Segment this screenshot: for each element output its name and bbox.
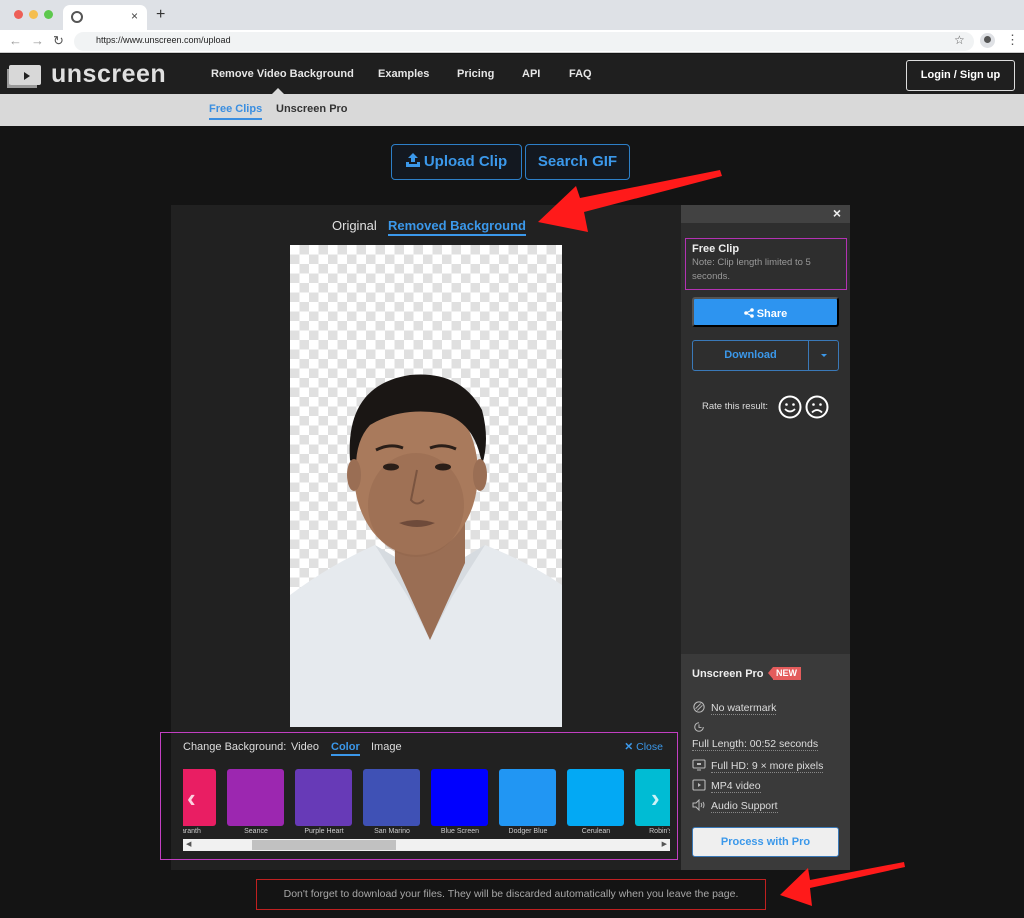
free-clip-info: Free Clip Note: Clip length limited to 5… bbox=[685, 238, 847, 290]
share-label: Share bbox=[756, 308, 788, 320]
feature-clock bbox=[692, 721, 711, 734]
nav-api[interactable]: API bbox=[522, 68, 540, 80]
color-swatch[interactable] bbox=[567, 769, 624, 826]
color-swatch[interactable] bbox=[363, 769, 420, 826]
free-clip-note: Note: Clip length limited to 5 seconds. bbox=[692, 257, 811, 282]
url-text[interactable]: https://www.unscreen.com/upload bbox=[96, 35, 231, 45]
feature-no-watermark: No watermark bbox=[692, 701, 777, 715]
nav-examples[interactable]: Examples bbox=[378, 68, 429, 80]
close-icon[interactable]: × bbox=[833, 205, 841, 221]
scroll-right-arrow-icon[interactable]: ▶ bbox=[662, 839, 667, 851]
window-minimize-button[interactable] bbox=[29, 10, 38, 19]
color-swatch-label: Purple Heart bbox=[304, 828, 344, 835]
color-swatch[interactable] bbox=[499, 769, 556, 826]
color-swatch-label: Robin's E bbox=[649, 828, 670, 835]
nav-faq[interactable]: FAQ bbox=[569, 68, 592, 80]
change-background-label: Change Background: bbox=[183, 741, 287, 753]
download-split-button: Download bbox=[692, 340, 839, 371]
speaker-icon bbox=[692, 799, 705, 811]
feature-mp4: MP4 video bbox=[692, 779, 761, 793]
upload-clip-label: Upload Clip bbox=[423, 153, 508, 170]
clock-icon bbox=[694, 722, 704, 732]
change-background-panel: Change Background: Video Color Image ✕ C… bbox=[160, 732, 678, 860]
color-swatch-label: Cerulean bbox=[581, 828, 611, 835]
download-options-caret-icon[interactable] bbox=[821, 354, 827, 357]
subnav-unscreen-pro[interactable]: Unscreen Pro bbox=[276, 103, 348, 115]
feature-full-hd: Full HD: 9 × more pixels bbox=[692, 759, 824, 773]
tab-removed-background[interactable]: Removed Background bbox=[388, 218, 526, 236]
color-swatch-label: maranth bbox=[183, 828, 201, 835]
video-file-icon bbox=[692, 779, 706, 791]
site-header: unscreen Remove Video Background Example… bbox=[0, 54, 1024, 94]
bg-close-button[interactable]: ✕ Close bbox=[624, 741, 663, 753]
download-button[interactable]: Download bbox=[693, 341, 809, 370]
scrollbar-thumb[interactable] bbox=[252, 840, 397, 850]
browser-toolbar: ← → ↻ https://www.unscreen.com/upload ☆ … bbox=[0, 30, 1024, 53]
result-side-panel: × Free Clip Note: Clip length limited to… bbox=[681, 205, 850, 870]
person-image bbox=[290, 374, 562, 727]
share-icon bbox=[743, 308, 754, 318]
hd-monitor-icon bbox=[692, 759, 706, 771]
logo[interactable]: unscreen bbox=[7, 60, 167, 88]
nav-remove-video-background[interactable]: Remove Video Background bbox=[211, 68, 354, 80]
subnav-free-clips[interactable]: Free Clips bbox=[209, 103, 263, 120]
sad-face-icon[interactable] bbox=[805, 395, 829, 419]
forward-icon[interactable]: → bbox=[31, 33, 44, 48]
result-preview bbox=[290, 245, 562, 727]
color-swatch-label: Dodger Blue bbox=[508, 828, 548, 835]
side-panel-header: × bbox=[681, 205, 850, 223]
search-gif-button[interactable]: Search GIF bbox=[525, 144, 630, 180]
scroll-right-chevron-icon[interactable]: › bbox=[651, 783, 660, 814]
color-swatch[interactable] bbox=[431, 769, 488, 826]
process-with-pro-button[interactable]: Process with Pro bbox=[692, 827, 839, 857]
pro-title: Unscreen Pro bbox=[692, 668, 764, 680]
window-maximize-button[interactable] bbox=[44, 10, 53, 19]
reload-icon[interactable]: ↻ bbox=[53, 33, 64, 49]
color-swatch-label: San Marino bbox=[374, 828, 410, 835]
color-swatch[interactable] bbox=[295, 769, 352, 826]
browser-menu-icon[interactable]: ⋮ bbox=[1006, 32, 1019, 48]
no-watermark-icon bbox=[693, 701, 705, 713]
upload-icon bbox=[405, 153, 420, 167]
new-tab-button[interactable]: + bbox=[156, 6, 165, 24]
scroll-left-chevron-icon[interactable]: ‹ bbox=[187, 783, 196, 814]
rate-label: Rate this result: bbox=[702, 401, 768, 412]
bookmark-star-icon[interactable]: ☆ bbox=[954, 33, 965, 47]
tab-original[interactable]: Original bbox=[332, 218, 377, 233]
upload-clip-button[interactable]: Upload Clip bbox=[391, 144, 522, 180]
favicon-icon bbox=[71, 11, 83, 23]
feature-audio: Audio Support bbox=[692, 799, 778, 813]
bg-tab-color[interactable]: Color bbox=[331, 741, 360, 756]
color-swatch-label: Blue Screen bbox=[440, 828, 480, 835]
browser-tab[interactable]: × bbox=[63, 5, 147, 30]
feature-full-length: Full Length: 00:52 seconds bbox=[692, 738, 819, 751]
nav-pricing[interactable]: Pricing bbox=[457, 68, 494, 80]
share-button[interactable]: Share bbox=[692, 297, 839, 327]
tab-close-icon[interactable]: × bbox=[131, 9, 138, 23]
happy-face-icon[interactable] bbox=[778, 395, 802, 419]
scroll-left-arrow-icon[interactable]: ◀ bbox=[186, 839, 191, 851]
subnav: Free Clips Unscreen Pro bbox=[0, 94, 1024, 126]
browser-tab-bar: × + bbox=[0, 0, 1024, 30]
address-bar[interactable]: https://www.unscreen.com/upload bbox=[74, 32, 974, 51]
free-clip-title: Free Clip bbox=[692, 243, 740, 255]
horizontal-scrollbar[interactable]: ◀ ▶ bbox=[183, 839, 670, 851]
back-icon[interactable]: ← bbox=[9, 33, 22, 48]
logo-text: unscreen bbox=[51, 60, 167, 88]
new-badge: NEW bbox=[768, 667, 801, 680]
color-swatch[interactable] bbox=[227, 769, 284, 826]
color-swatch-label: Seance bbox=[244, 828, 268, 835]
close-x-icon: ✕ bbox=[624, 741, 637, 753]
bg-tab-image[interactable]: Image bbox=[371, 741, 402, 753]
window-close-button[interactable] bbox=[14, 10, 23, 19]
unscreen-pro-box: Unscreen Pro NEW No watermark Full Lengt… bbox=[681, 654, 850, 870]
color-swatch-strip: maranth Seance Purple Heart San Marino Blue … bbox=[183, 767, 670, 839]
profile-avatar-icon[interactable] bbox=[980, 33, 995, 48]
bg-tab-video[interactable]: Video bbox=[291, 741, 319, 753]
discard-notice: Don't forget to download your files. The… bbox=[256, 879, 766, 910]
login-signup-button[interactable]: Login / Sign up bbox=[906, 60, 1015, 91]
logo-icon bbox=[9, 65, 41, 85]
